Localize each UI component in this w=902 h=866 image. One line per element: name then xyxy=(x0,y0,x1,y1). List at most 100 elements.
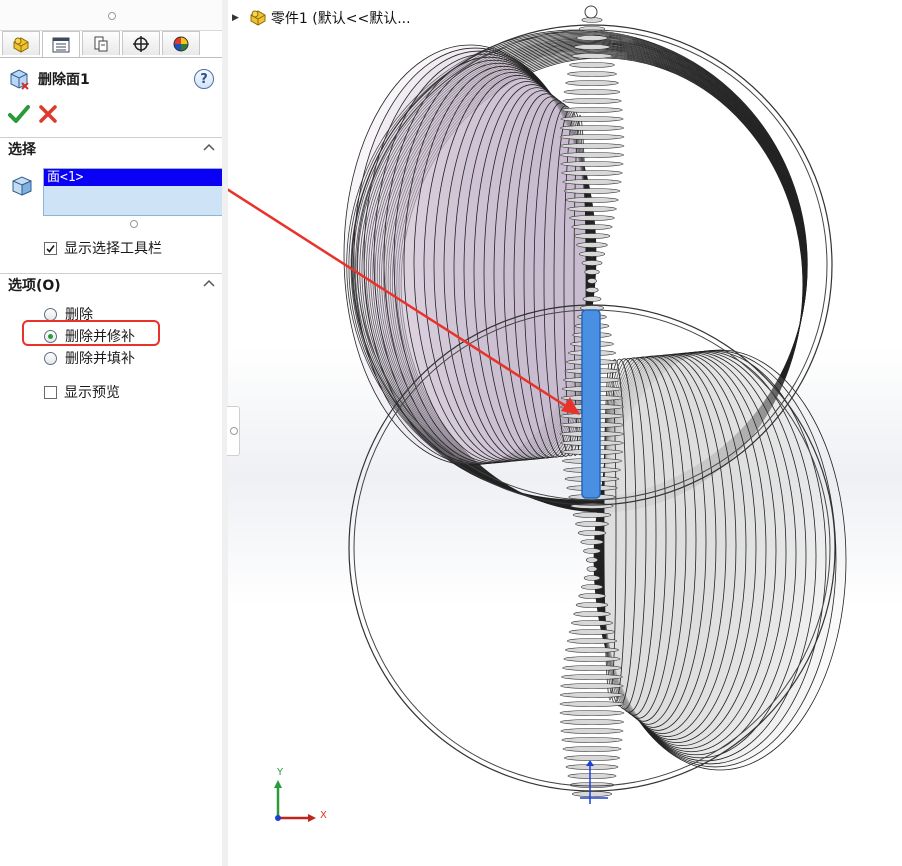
radio-delete[interactable] xyxy=(44,307,57,321)
spine-slat xyxy=(559,134,625,140)
spine-slat xyxy=(559,710,625,716)
collapse-chevron-icon[interactable] xyxy=(202,276,216,290)
show-selection-toolbar-label: 显示选择工具栏 xyxy=(64,241,162,257)
spine-slat xyxy=(586,566,598,572)
spine-slat xyxy=(572,512,612,518)
selection-list-resize-grip[interactable] xyxy=(130,220,138,228)
show-preview-label: 显示预览 xyxy=(64,385,120,401)
spine-slat xyxy=(571,620,613,626)
help-button[interactable]: ? xyxy=(194,69,214,89)
spine-slat xyxy=(571,224,613,230)
selected-face[interactable] xyxy=(581,309,601,499)
spine-slat xyxy=(567,206,617,212)
selection-section-header[interactable]: 选择 xyxy=(0,137,222,160)
graphics-area[interactable] xyxy=(228,0,902,866)
spine-slat xyxy=(565,197,619,203)
spiral-model-view[interactable] xyxy=(228,0,902,866)
spine-slat xyxy=(577,530,607,536)
selected-face-item[interactable]: 面<1> xyxy=(44,169,222,186)
feature-tree-flyout[interactable]: ▶ 零件1 (默认<<默认... xyxy=(232,8,411,28)
propertymanager-tab[interactable] xyxy=(42,31,80,57)
spine-slat xyxy=(559,143,625,149)
spine-slat xyxy=(585,557,599,563)
property-manager-panel: 删除面1 ? 选择 面<1> 显示选择工具栏 选项(O) 删除 删除并修补 删除… xyxy=(0,0,223,866)
crosshair-icon xyxy=(133,35,149,52)
triad-origin-dot xyxy=(275,815,281,821)
spine-slat xyxy=(578,26,606,32)
spine-slat xyxy=(562,98,622,104)
spine-slat xyxy=(582,296,602,302)
triad-x-label: X xyxy=(320,810,327,821)
triad-y-label: Y xyxy=(277,767,284,778)
show-selection-toolbar-row[interactable]: 显示选择工具栏 xyxy=(44,238,162,258)
spine-slat xyxy=(561,170,623,176)
spine-slat xyxy=(565,80,619,86)
radio-delete-and-fill-row[interactable]: 删除并填补 xyxy=(44,348,135,368)
grip-dot xyxy=(230,427,238,435)
panel-resize-grip[interactable] xyxy=(0,0,222,31)
spine-slat xyxy=(573,233,611,239)
spine-slat xyxy=(561,674,623,680)
spine-slat xyxy=(560,719,624,725)
radio-delete-and-fill[interactable] xyxy=(44,351,57,365)
featuremanager-tab[interactable] xyxy=(2,31,40,55)
spine-slat xyxy=(581,260,603,266)
spine-slat xyxy=(567,71,617,77)
face-selection-icon xyxy=(12,176,32,196)
spine-slat xyxy=(563,188,621,194)
feature-title: 删除面1 xyxy=(38,72,90,88)
radio-delete-and-fill-label: 删除并填补 xyxy=(65,351,135,367)
configurationmanager-tab[interactable] xyxy=(82,31,120,55)
collapse-chevron-icon[interactable] xyxy=(202,140,216,154)
spine-slat xyxy=(583,575,601,581)
top-pole-marker xyxy=(584,5,598,19)
spine-slat xyxy=(576,35,608,41)
spine-slat xyxy=(564,755,620,761)
show-selection-toolbar-checkbox[interactable] xyxy=(44,241,57,255)
spine-slat xyxy=(560,683,624,689)
spine-slat xyxy=(565,647,619,653)
options-section-header[interactable]: 选项(O) xyxy=(0,273,222,296)
selection-section-title: 选择 xyxy=(8,142,36,158)
spine-slat xyxy=(583,548,601,554)
spine-slat xyxy=(575,602,609,608)
cancel-x-icon[interactable] xyxy=(38,104,58,124)
spine-slat xyxy=(560,152,624,158)
spine-slat xyxy=(561,107,623,113)
spine-slat xyxy=(559,692,625,698)
spine-slat xyxy=(581,584,603,590)
triad-y-arrow-icon xyxy=(274,780,282,788)
spine-slat xyxy=(561,737,623,743)
spine-slat xyxy=(573,44,611,50)
spine-slat xyxy=(562,746,622,752)
ok-check-icon[interactable] xyxy=(8,104,30,124)
dimxpert-tab[interactable] xyxy=(122,31,160,55)
triad-x-arrow-icon xyxy=(308,814,316,822)
spine-slat xyxy=(560,116,624,122)
spine-slat xyxy=(567,773,617,779)
origin-arrow-icon xyxy=(586,760,594,766)
spine-slat xyxy=(575,521,609,527)
options-section-title: 选项(O) xyxy=(8,278,61,294)
display-manager-tab[interactable] xyxy=(162,31,200,55)
appearance-icon xyxy=(173,36,189,51)
spine-slat xyxy=(578,593,606,599)
help-icon: ? xyxy=(200,71,208,87)
spine-slat xyxy=(573,611,611,617)
spine-slat xyxy=(560,728,624,734)
spine-slat xyxy=(568,629,616,635)
ok-cancel-group xyxy=(8,104,58,124)
spine-slat xyxy=(578,251,606,257)
spine-slat xyxy=(585,287,599,293)
spine-slat xyxy=(560,125,624,131)
show-preview-row[interactable]: 显示预览 xyxy=(44,382,120,402)
selection-list[interactable]: 面<1> xyxy=(43,168,223,216)
show-preview-checkbox[interactable] xyxy=(44,385,57,399)
part-icon xyxy=(250,10,266,26)
spine-slat xyxy=(562,665,622,671)
spine-slat xyxy=(571,791,613,797)
panel-collapse-grip[interactable] xyxy=(227,406,240,456)
spine-slat xyxy=(559,701,625,707)
tree-expand-toggle-icon[interactable]: ▶ xyxy=(232,13,239,23)
spine-slat xyxy=(584,269,600,275)
